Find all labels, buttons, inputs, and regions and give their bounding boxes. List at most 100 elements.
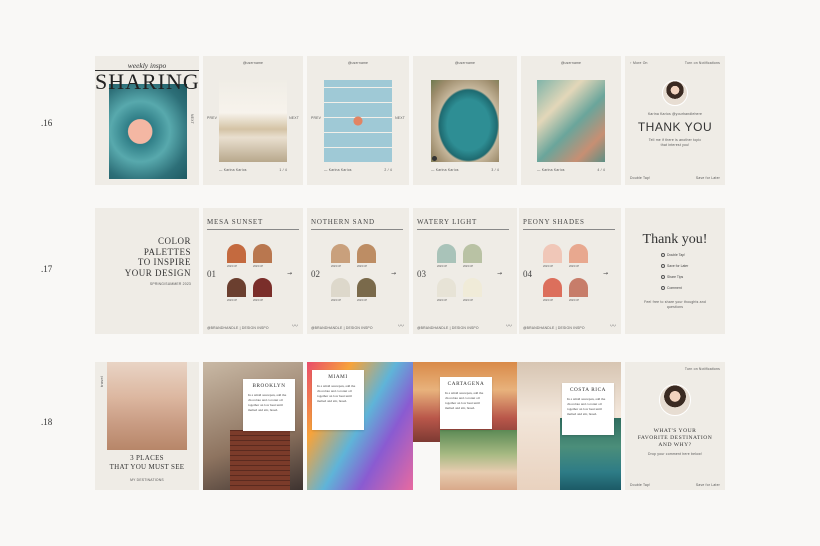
avatar <box>659 384 691 416</box>
swatch-label: 2023 CP <box>331 299 342 302</box>
travel-card-costa-rica[interactable]: COSTA RICA In a small saucepan, add the … <box>562 383 614 435</box>
credit: — Karina Karios <box>324 168 352 172</box>
handle: @username <box>560 61 582 65</box>
color-swatch <box>253 244 272 263</box>
terrace-photo <box>219 80 287 162</box>
nav-next[interactable]: NEXT <box>395 116 405 120</box>
thank-you-slide[interactable]: ↑ More On Turn on Notifications Karina K… <box>625 56 725 185</box>
swatch-label: 2023 CP <box>569 299 580 302</box>
tiles-photo <box>324 80 392 162</box>
photo-slide-1[interactable]: @username PREV NEXT — Karina Karios 1 / … <box>203 56 303 185</box>
palette-slide[interactable]: PEONY SHADES 04 2023 CP 2023 CP 2023 CP 2023 … <box>519 208 621 334</box>
more-on[interactable]: ↑ More On <box>630 61 648 65</box>
card-body: In a small saucepan, add the chocolate a… <box>567 397 606 416</box>
turn-on-notifications[interactable]: Turn on Notifications <box>685 367 720 371</box>
photo-slide-2[interactable]: @username PREV NEXT — Karina Karios 2 / … <box>307 56 409 185</box>
thank-you-slide-2[interactable]: Thank you! Double Tap! Save for Later Sh… <box>625 208 725 334</box>
double-tap-item[interactable]: Double Tap! <box>661 253 685 258</box>
arrow-right-icon[interactable]: → <box>603 270 608 277</box>
travel-card-miami[interactable]: MIAMI In a small saucepan, add the choco… <box>312 370 364 430</box>
question-slide[interactable]: Turn on Notifications WHAT'S YOUR FAVORI… <box>625 362 725 490</box>
question-sub: Drop your comment here below! <box>647 452 703 456</box>
swatch-label: 2023 CP <box>357 299 368 302</box>
swatch-label: 2023 CP <box>569 265 580 268</box>
divider <box>311 229 403 230</box>
cover-title: COLOR PALETTES TO INSPIRE YOUR DESIGN <box>124 236 191 278</box>
divider <box>523 229 615 230</box>
wave-icon: 〰 <box>291 323 298 330</box>
color-swatch <box>437 278 456 297</box>
color-swatch <box>357 244 376 263</box>
color-swatch <box>463 244 482 263</box>
card-body: In a small saucepan, add the chocolate a… <box>317 384 356 403</box>
nav-next[interactable]: NEXT <box>289 116 299 120</box>
save-for-later[interactable]: Save for Later <box>696 483 720 487</box>
credit: — Karina Karios <box>537 168 565 172</box>
thank-you-title: THANK YOU <box>637 120 713 134</box>
photo-slide-4[interactable]: @username — Karina Karios 4 / 4 <box>521 56 621 185</box>
palette-slide[interactable]: WATERY LIGHT 03 2023 CP 2023 CP 2023 CP 2023 … <box>413 208 517 334</box>
wave-icon: 〰 <box>609 323 616 330</box>
card-title: BROOKLYN <box>252 383 286 389</box>
cover-slide-sharing[interactable]: weekly inspo SHARING NEXT <box>95 56 199 185</box>
wave-icon: 〰 <box>505 323 512 330</box>
palette-slide[interactable]: MESA SUNSET 01 2023 CP 2023 CP 2023 CP 2023 C… <box>203 208 303 334</box>
palette-number: 03 <box>417 269 426 279</box>
wave-icon: 〰 <box>397 323 404 330</box>
avatar <box>662 80 688 106</box>
swatch-label: 2023 CP <box>437 265 448 268</box>
save-for-later[interactable]: Save for Later <box>696 176 720 180</box>
cover-slide-palettes[interactable]: COLOR PALETTES TO INSPIRE YOUR DESIGN SP… <box>95 208 199 334</box>
friends-photo <box>440 430 517 490</box>
cover-sub: MY DESTINATIONS <box>130 478 164 482</box>
arrow-right-icon[interactable]: → <box>497 270 502 277</box>
card-body: In a small saucepan, add the chocolate a… <box>248 393 287 412</box>
nav-prev[interactable]: PREV <box>207 116 217 120</box>
palette-title: NOTHERN SAND <box>311 218 375 226</box>
brand-footer: @BRANDHANDLE | DESIGN INSPO <box>523 326 585 330</box>
nav-next[interactable]: NEXT <box>190 114 194 124</box>
comment-item[interactable]: Comment <box>661 286 682 291</box>
double-tap[interactable]: Double Tap! <box>630 483 650 487</box>
palette-number: 01 <box>207 269 216 279</box>
page-indicator: 2 / 4 <box>384 168 392 172</box>
avatar-dot <box>432 156 437 161</box>
travel-card-brooklyn[interactable]: BROOKLYN In a small saucepan, add the ch… <box>243 379 295 431</box>
turn-on-notifications[interactable]: Turn on Notifications <box>685 61 720 65</box>
heart-icon <box>661 253 665 258</box>
credit: — Karina Karios <box>219 168 247 172</box>
swatch-label: 2023 CP <box>463 299 474 302</box>
question-title: WHAT'S YOUR FAVORITE DESTINATION AND WHY… <box>637 428 713 448</box>
brand-footer: @BRANDHANDLE | DESIGN INSPO <box>207 326 269 330</box>
swatch-label: 2023 CP <box>463 265 474 268</box>
arrow-right-icon[interactable]: → <box>287 270 292 277</box>
brick-photo <box>230 430 290 490</box>
travel-card-cartagena[interactable]: CARTAGENA In a small saucepan, add the c… <box>440 377 492 429</box>
color-swatch <box>569 278 588 297</box>
swimming-pool-photo <box>431 80 499 162</box>
thank-you-sub: Tell me if there is another topic that i… <box>648 138 702 147</box>
swatch-label: 2023 CP <box>437 299 448 302</box>
page-indicator: 1 / 4 <box>279 168 287 172</box>
swatch-label: 2023 CP <box>543 265 554 268</box>
pool-photo <box>109 84 187 179</box>
palette-slide[interactable]: NOTHERN SAND 02 2023 CP 2023 CP 2023 CP 2023 … <box>307 208 409 334</box>
cover-slide-travel[interactable]: travel 3 PLACES THAT YOU MUST SEE MY DES… <box>95 362 199 490</box>
arrow-right-icon[interactable]: → <box>391 270 396 277</box>
save-item[interactable]: Save for Later <box>661 264 688 269</box>
color-swatch <box>331 244 350 263</box>
comment-icon <box>661 286 665 291</box>
brand-footer: @BRANDHANDLE | DESIGN INSPO <box>311 326 373 330</box>
share-item[interactable]: Share Tips <box>661 275 683 280</box>
swatch-label: 2023 CP <box>543 299 554 302</box>
palette-number: 04 <box>523 269 532 279</box>
row-number-16: .16 <box>41 118 53 128</box>
card-title: CARTAGENA <box>447 381 485 387</box>
mural-photo <box>537 80 605 162</box>
nav-prev[interactable]: PREV <box>311 116 321 120</box>
photo-slide-3[interactable]: @username — Karina Karios 3 / 4 <box>413 56 517 185</box>
thank-you-note: Feel free to share your thoughts and que… <box>644 300 706 309</box>
author: Karina Karios @yourhandlehere <box>647 112 703 116</box>
swatch-label: 2023 CP <box>227 299 238 302</box>
double-tap[interactable]: Double Tap! <box>630 176 650 180</box>
